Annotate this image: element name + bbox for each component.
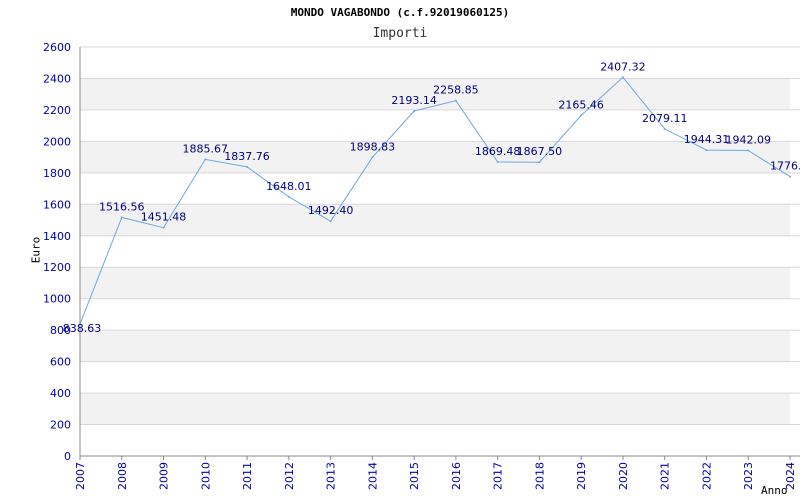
x-tick-labels: 2007 2008 2009 2010 2011 2012 2013 2014 2015 2016… (74, 462, 797, 490)
x-tick-label: 2016 (450, 462, 463, 490)
data-label: 2079.11 (642, 112, 688, 125)
y-tick-label: 2200 (43, 104, 71, 117)
grid-band (80, 204, 790, 236)
line-chart: 0200400600800100012001400160018002000220… (43, 41, 800, 490)
x-tick-label: 2024 (784, 462, 797, 490)
x-tick-label: 2015 (408, 462, 421, 490)
data-point (789, 175, 791, 178)
y-tick-label: 0 (64, 450, 71, 463)
data-label: 1837.76 (224, 150, 270, 163)
data-label: 1516.56 (99, 200, 145, 213)
data-point (705, 149, 708, 152)
data-label: 2165.46 (558, 98, 604, 111)
x-tick-label: 2013 (325, 462, 338, 490)
y-tick-label: 2000 (43, 135, 71, 148)
data-label: 838.63 (63, 322, 102, 335)
y-tick-label: 1000 (43, 293, 71, 306)
data-label: 1942.09 (725, 133, 771, 146)
x-tick-label: 2023 (742, 462, 755, 490)
x-tick-label: 2018 (533, 462, 546, 490)
data-point (663, 127, 666, 130)
x-tick-label: 2011 (241, 462, 254, 490)
data-point (580, 114, 583, 117)
data-point (538, 161, 541, 164)
y-tick-label: 1800 (43, 167, 71, 180)
data-label: 1451.48 (141, 211, 187, 224)
data-label: 1648.01 (266, 180, 312, 193)
data-point (454, 99, 457, 102)
data-point (120, 216, 123, 219)
x-tick-label: 2022 (700, 462, 713, 490)
y-tick-labels: 0200400600800100012001400160018002000220… (43, 41, 71, 463)
data-label: 1944.31 (684, 133, 730, 146)
data-label: 2407.32 (600, 60, 646, 73)
y-tick-label: 1200 (43, 261, 71, 274)
x-tick-label: 2008 (116, 462, 129, 490)
data-label: 1492.40 (308, 204, 354, 217)
y-tick-label: 200 (50, 419, 71, 432)
y-tick-label: 2400 (43, 72, 71, 85)
data-label: 1869.48 (475, 145, 521, 158)
x-tick-label: 2021 (659, 462, 672, 490)
data-label: 1898.83 (350, 140, 396, 153)
grid-bands (80, 78, 790, 425)
x-tick-label: 2010 (199, 462, 212, 490)
data-label: 2193.14 (391, 94, 437, 107)
data-point (621, 76, 624, 79)
data-label: 2258.85 (433, 84, 479, 97)
x-tick-label: 2019 (575, 462, 588, 490)
grid-band (80, 267, 790, 299)
x-tick-label: 2017 (492, 462, 505, 490)
data-point (287, 195, 290, 198)
y-tick-label: 1400 (43, 230, 71, 243)
data-point (329, 220, 332, 223)
data-point (413, 110, 416, 113)
y-tick-label: 2600 (43, 41, 71, 54)
x-tick-label: 2009 (158, 462, 171, 490)
data-point (204, 158, 207, 161)
data-point (371, 156, 374, 159)
data-point (496, 160, 499, 163)
data-point (162, 226, 165, 229)
x-tick-label: 2012 (283, 462, 296, 490)
data-label: 1776.1 (770, 160, 800, 173)
y-tick-label: 600 (50, 356, 71, 369)
grid-band (80, 393, 790, 425)
x-tick-label: 2014 (366, 462, 379, 490)
data-label: 1885.67 (183, 142, 229, 155)
grid-band (80, 330, 790, 362)
x-tick-label: 2007 (74, 462, 87, 490)
y-tick-label: 1600 (43, 198, 71, 211)
data-point (747, 149, 750, 152)
x-tick-label: 2020 (617, 462, 630, 490)
data-point (246, 165, 249, 168)
y-tick-label: 400 (50, 387, 71, 400)
data-label: 1867.50 (517, 145, 563, 158)
